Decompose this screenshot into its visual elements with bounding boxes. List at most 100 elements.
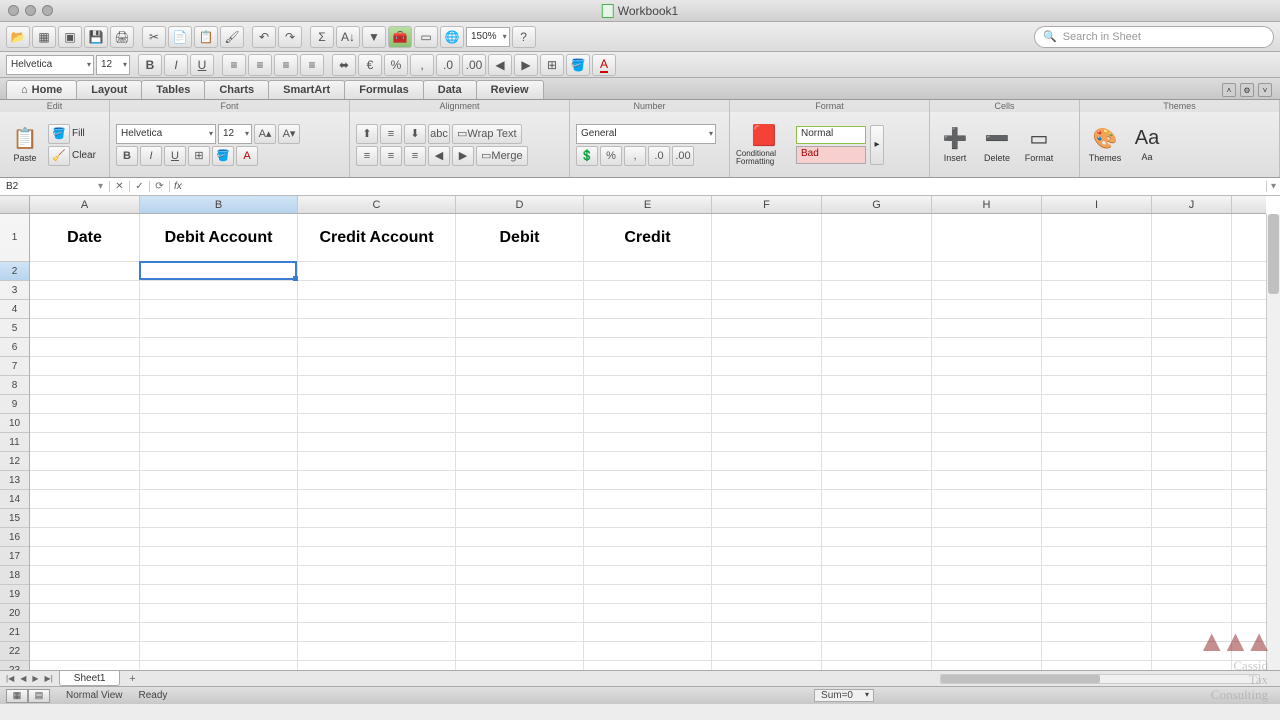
cell-F7[interactable]: [712, 357, 822, 375]
row-header-10[interactable]: 10: [0, 414, 29, 433]
fill-color-button[interactable]: 🪣: [566, 54, 590, 76]
cell-J20[interactable]: [1152, 604, 1232, 622]
cell-I1[interactable]: [1042, 214, 1152, 261]
row-header-18[interactable]: 18: [0, 566, 29, 585]
row-header-4[interactable]: 4: [0, 300, 29, 319]
cell-J16[interactable]: [1152, 528, 1232, 546]
cell-A4[interactable]: [30, 300, 140, 318]
cell-F12[interactable]: [712, 452, 822, 470]
cell-I2[interactable]: [1042, 262, 1152, 280]
cell-H9[interactable]: [932, 395, 1042, 413]
grow-font-button[interactable]: A▴: [254, 124, 276, 144]
cell-F6[interactable]: [712, 338, 822, 356]
cell-J4[interactable]: [1152, 300, 1232, 318]
currency-button[interactable]: €: [358, 54, 382, 76]
cell-G5[interactable]: [822, 319, 932, 337]
cell-E20[interactable]: [584, 604, 712, 622]
cell-F15[interactable]: [712, 509, 822, 527]
font-name-selector[interactable]: Helvetica: [6, 55, 94, 75]
sheet-prev-button[interactable]: ◀: [18, 674, 28, 683]
row-header-7[interactable]: 7: [0, 357, 29, 376]
conditional-formatting-button[interactable]: 🟥Conditional Formatting: [736, 119, 792, 171]
cell-I4[interactable]: [1042, 300, 1152, 318]
cell-G6[interactable]: [822, 338, 932, 356]
cell-F22[interactable]: [712, 642, 822, 660]
increase-decimal-button[interactable]: .0: [436, 54, 460, 76]
cell-I20[interactable]: [1042, 604, 1152, 622]
cell-B11[interactable]: [140, 433, 298, 451]
row-header-14[interactable]: 14: [0, 490, 29, 509]
cell-J13[interactable]: [1152, 471, 1232, 489]
cell-B14[interactable]: [140, 490, 298, 508]
cell-D9[interactable]: [456, 395, 584, 413]
cell-D19[interactable]: [456, 585, 584, 603]
ribbon-settings-button[interactable]: ⚙: [1240, 83, 1254, 97]
copy-button[interactable]: 📄: [168, 26, 192, 48]
cell-D5[interactable]: [456, 319, 584, 337]
cell-H16[interactable]: [932, 528, 1042, 546]
cell-A12[interactable]: [30, 452, 140, 470]
cell-H17[interactable]: [932, 547, 1042, 565]
select-all-corner[interactable]: [0, 196, 30, 214]
tab-tables[interactable]: Tables: [141, 80, 205, 99]
cell-C10[interactable]: [298, 414, 456, 432]
tab-charts[interactable]: Charts: [204, 80, 269, 99]
cell-H7[interactable]: [932, 357, 1042, 375]
column-header-G[interactable]: G: [822, 196, 932, 213]
cell-C11[interactable]: [298, 433, 456, 451]
cell-G22[interactable]: [822, 642, 932, 660]
cell-C18[interactable]: [298, 566, 456, 584]
page-layout-view-button[interactable]: ▤: [28, 689, 50, 703]
borders-button[interactable]: ⊞: [540, 54, 564, 76]
cell-C3[interactable]: [298, 281, 456, 299]
horizontal-scrollbar[interactable]: [940, 674, 1260, 684]
cell-E23[interactable]: [584, 661, 712, 670]
column-header-C[interactable]: C: [298, 196, 456, 213]
search-input[interactable]: 🔍 Search in Sheet: [1034, 26, 1274, 48]
sort-button[interactable]: A↓: [336, 26, 360, 48]
minimize-window-button[interactable]: [25, 5, 36, 16]
cell-H14[interactable]: [932, 490, 1042, 508]
fx-button[interactable]: ⟳: [150, 181, 170, 192]
row-header-20[interactable]: 20: [0, 604, 29, 623]
cell-H8[interactable]: [932, 376, 1042, 394]
valign-middle-button[interactable]: ≡: [380, 124, 402, 144]
cell-D7[interactable]: [456, 357, 584, 375]
cell-B20[interactable]: [140, 604, 298, 622]
row-header-5[interactable]: 5: [0, 319, 29, 338]
name-box[interactable]: B2▾: [0, 181, 110, 192]
cell-C13[interactable]: [298, 471, 456, 489]
print-button[interactable]: 🖨: [110, 26, 134, 48]
bold-button[interactable]: B: [138, 54, 162, 76]
ribbon-bold-button[interactable]: B: [116, 146, 138, 166]
cell-H11[interactable]: [932, 433, 1042, 451]
cell-I9[interactable]: [1042, 395, 1152, 413]
cell-J19[interactable]: [1152, 585, 1232, 603]
cell-I18[interactable]: [1042, 566, 1152, 584]
cell-C15[interactable]: [298, 509, 456, 527]
percent-button[interactable]: %: [384, 54, 408, 76]
cell-E13[interactable]: [584, 471, 712, 489]
cell-F10[interactable]: [712, 414, 822, 432]
cell-D17[interactable]: [456, 547, 584, 565]
cell-E12[interactable]: [584, 452, 712, 470]
row-header-19[interactable]: 19: [0, 585, 29, 604]
cell-G2[interactable]: [822, 262, 932, 280]
cell-B2[interactable]: [140, 262, 298, 280]
cell-E22[interactable]: [584, 642, 712, 660]
ribbon-italic-button[interactable]: I: [140, 146, 162, 166]
number-format-selector[interactable]: General: [576, 124, 716, 144]
cell-J11[interactable]: [1152, 433, 1232, 451]
cell-D12[interactable]: [456, 452, 584, 470]
cell-J1[interactable]: [1152, 214, 1232, 261]
fill-button[interactable]: 🪣: [48, 124, 70, 144]
decrease-decimal2-button[interactable]: .00: [672, 146, 694, 166]
increase-decimal2-button[interactable]: .0: [648, 146, 670, 166]
accept-formula-button[interactable]: ✓: [130, 181, 150, 192]
cell-B3[interactable]: [140, 281, 298, 299]
currency-dropdown-button[interactable]: 💲: [576, 146, 598, 166]
open-button[interactable]: 📂: [6, 26, 30, 48]
cell-J5[interactable]: [1152, 319, 1232, 337]
cell-G19[interactable]: [822, 585, 932, 603]
column-header-B[interactable]: B: [140, 196, 298, 213]
